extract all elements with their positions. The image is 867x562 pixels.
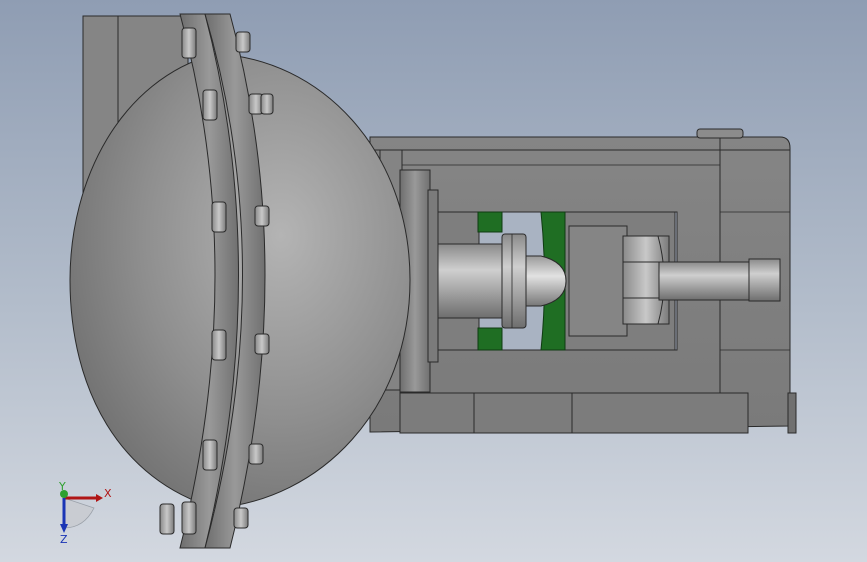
z-axis-label: Z (60, 533, 68, 546)
x-axis-label: X (104, 487, 112, 500)
y-axis-label: Y (58, 480, 66, 493)
cad-viewport[interactable]: X Y Z (0, 0, 867, 562)
pump-assembly-model[interactable]: X Y Z (0, 0, 867, 562)
x-arrow-head (96, 494, 103, 502)
output-rod[interactable] (658, 258, 781, 302)
triad-plane (63, 497, 95, 529)
z-arrow-head (60, 524, 68, 533)
coordinate-triad: X Y Z (58, 480, 112, 546)
